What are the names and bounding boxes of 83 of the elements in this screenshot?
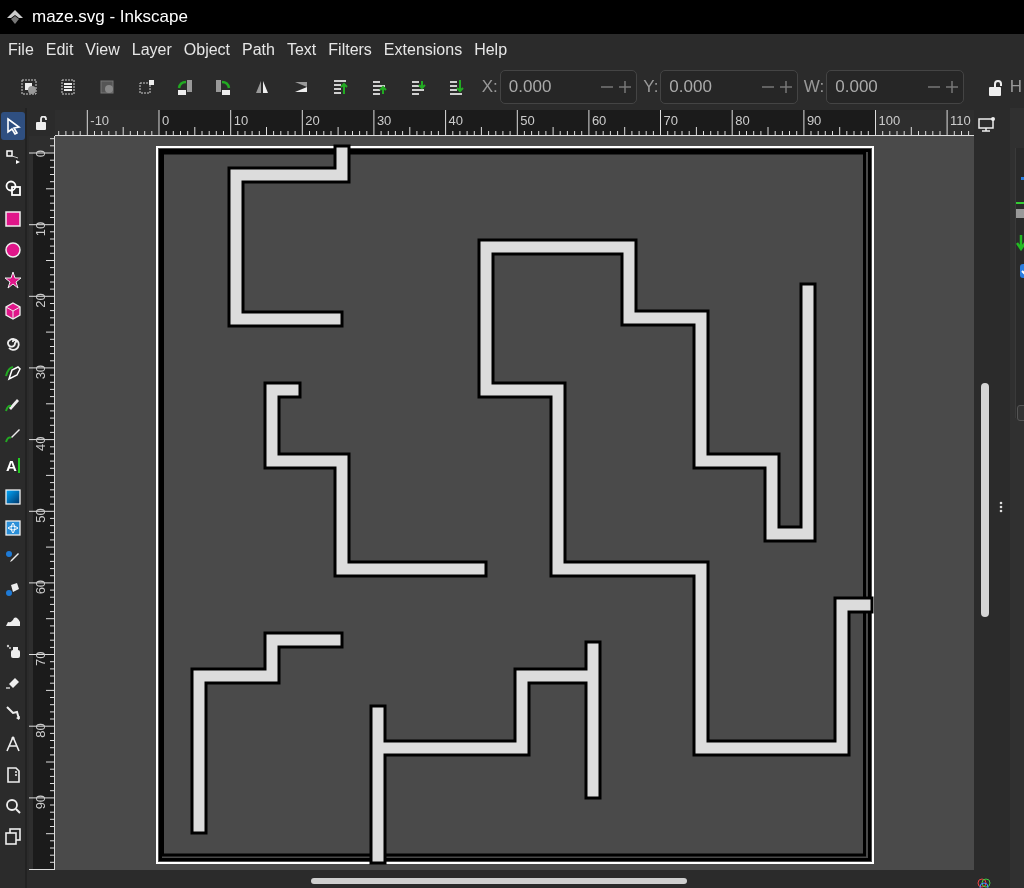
color-circles-icon[interactable] [976, 877, 992, 888]
connector-icon [4, 703, 22, 722]
menu-item[interactable]: Object [179, 38, 235, 62]
ruler-label: 60 [591, 113, 607, 128]
square-icon [4, 209, 22, 228]
tool-button[interactable] [1, 112, 25, 140]
ruler-label: 0 [162, 113, 170, 128]
number-input[interactable]: 0.000 [835, 74, 926, 100]
lines-icon[interactable] [59, 78, 78, 96]
ruler-label: 90 [806, 113, 822, 128]
ruler-label: 80 [33, 723, 48, 738]
number-input[interactable]: 0.000 [669, 74, 760, 100]
deselect-icon[interactable] [98, 78, 117, 96]
spray-icon [4, 642, 22, 661]
copy-icon [4, 827, 22, 846]
number-input[interactable]: 0.000 [508, 74, 599, 100]
plus-icon[interactable] [944, 80, 959, 94]
plus-icon[interactable] [618, 80, 633, 94]
tool-button[interactable]: A [1, 451, 25, 480]
ruler-label: -10 [90, 113, 110, 128]
menu-item[interactable]: Path [238, 38, 279, 62]
unlocked-padlock-icon[interactable] [987, 79, 1002, 96]
dotted-square-icon[interactable] [136, 78, 155, 96]
ruler-label: 10 [33, 221, 48, 237]
dash-icon [1016, 200, 1024, 205]
ruler-label: 30 [376, 113, 392, 128]
field-label: Y: [643, 76, 659, 99]
menu-item[interactable]: Edit [41, 38, 78, 62]
compass-icon [4, 734, 22, 753]
unlocked-padlock-icon[interactable] [35, 116, 47, 130]
menu-item[interactable]: Extensions [379, 38, 467, 62]
spin-field[interactable]: 0.000 [660, 70, 798, 104]
arrow-pointer-icon [4, 117, 22, 135]
canvas[interactable] [55, 136, 974, 870]
node-icon [4, 147, 22, 166]
field-label: X: [481, 76, 498, 99]
ruler-label: 0 [33, 150, 48, 158]
ruler-label: 20 [33, 293, 48, 308]
ruler-label: 10 [233, 113, 249, 128]
menu-item[interactable]: File [4, 38, 38, 62]
cube-icon [4, 302, 22, 321]
star-icon [4, 271, 22, 290]
ruler-label: 90 [33, 794, 48, 810]
app-logo-icon [6, 9, 24, 25]
bucket-icon [4, 580, 22, 599]
menu-item[interactable]: Filters [324, 38, 376, 62]
ruler-label: 70 [33, 651, 48, 666]
down-arrow-icon [1016, 234, 1024, 251]
window-title: maze.svg - Inkscape [32, 6, 188, 29]
ruler-label: 70 [663, 113, 678, 128]
pen-icon [4, 364, 22, 383]
select-all-icon[interactable] [20, 78, 39, 96]
plus-icon[interactable] [778, 80, 793, 94]
search-icon [4, 796, 22, 815]
circle-icon [4, 240, 22, 259]
rotate-left-icon[interactable] [175, 78, 194, 96]
vertical-scrollbar[interactable] [981, 383, 989, 617]
horizontal-scrollbar[interactable] [311, 878, 687, 884]
mesh-icon [4, 518, 22, 537]
ruler-label: 60 [33, 579, 48, 595]
ruler-label: 100 [878, 113, 901, 128]
rotate-right-icon[interactable] [214, 78, 233, 96]
spin-field[interactable]: 0.000 [826, 70, 964, 104]
menu-item[interactable]: Layer [127, 38, 176, 62]
field-label: H [1009, 76, 1022, 99]
menu-item[interactable]: Text [282, 38, 321, 62]
ruler-label: 80 [735, 113, 750, 128]
ruler-label: 110 [950, 113, 971, 128]
gradient-icon [4, 487, 22, 506]
field-label: W: [803, 76, 825, 99]
ruler-label: 50 [33, 508, 48, 523]
ruler-label: 20 [305, 113, 320, 128]
display-icon[interactable] [978, 116, 996, 133]
ruler-label: 30 [33, 364, 48, 380]
ruler-label: 40 [448, 113, 464, 128]
shapes-icon [4, 178, 22, 197]
ruler-label: 50 [520, 113, 535, 128]
drag-handle-icon[interactable] [999, 500, 1003, 513]
page-icon [4, 765, 22, 784]
menu-item[interactable]: View [81, 38, 124, 62]
spin-field[interactable]: 0.000 [499, 70, 638, 104]
menu-item[interactable]: Help [470, 38, 512, 62]
lower-to-bottom-icon[interactable] [447, 78, 466, 96]
